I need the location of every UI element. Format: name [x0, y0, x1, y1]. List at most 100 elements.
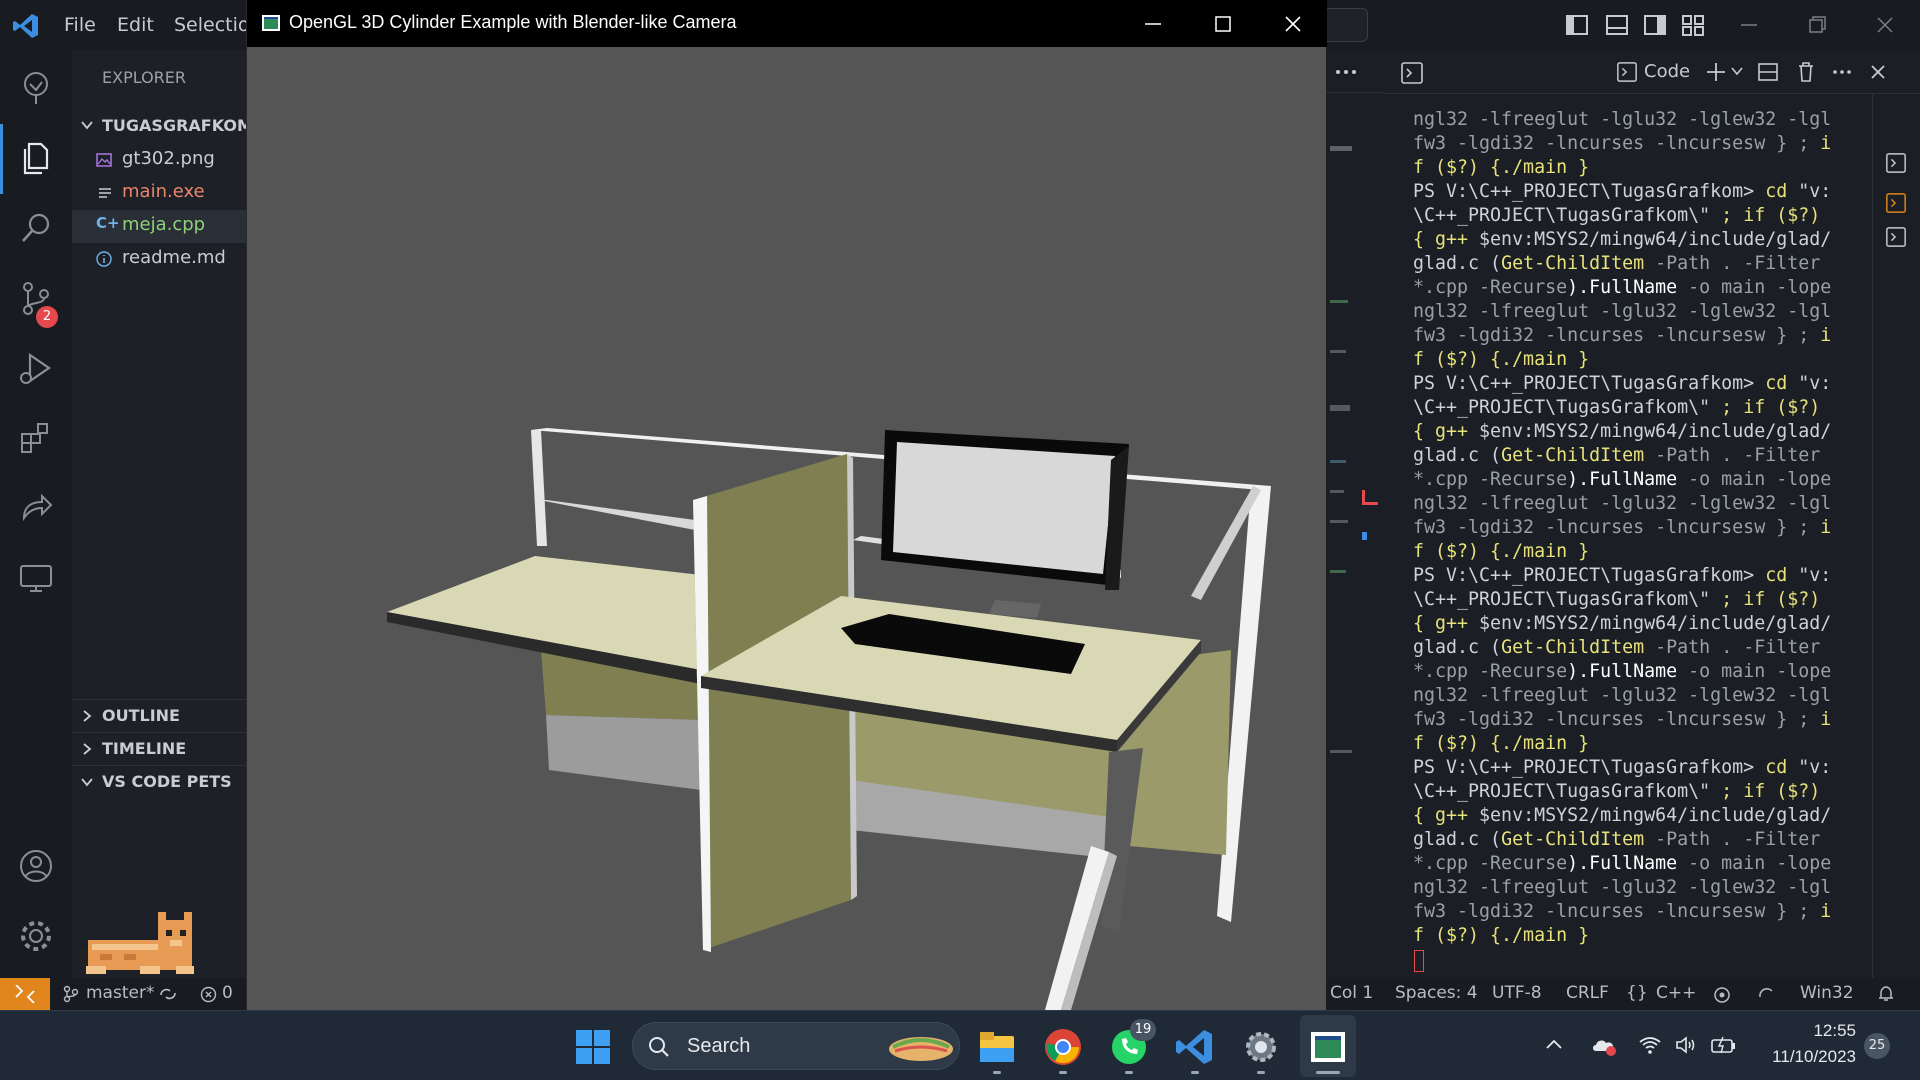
split-terminal-icon[interactable]: [1756, 60, 1780, 84]
menu-file[interactable]: File: [64, 14, 96, 36]
windows-start-icon[interactable]: [572, 1026, 614, 1068]
volume-icon[interactable]: [1674, 1033, 1698, 1057]
remote-tree-icon[interactable]: [16, 68, 56, 108]
platform[interactable]: Win32: [1800, 983, 1854, 1003]
menu-edit[interactable]: Edit: [117, 14, 154, 36]
toggle-secondary-sidebar-icon[interactable]: [1642, 12, 1668, 38]
search-icon[interactable]: [16, 208, 56, 248]
editor-minimap[interactable]: [1326, 50, 1384, 978]
terminal-profile-icon[interactable]: [1616, 61, 1638, 83]
gl-maximize-icon[interactable]: [1212, 13, 1234, 35]
wifi-icon[interactable]: [1638, 1033, 1662, 1057]
settings-gear-icon[interactable]: [1240, 1026, 1282, 1068]
cpp-file-icon: C+: [96, 214, 120, 232]
opengl-viewport[interactable]: [247, 47, 1327, 1010]
terminal-line: f ($?) {./main }: [1413, 157, 1590, 178]
vscode-restore-icon[interactable]: [1804, 12, 1830, 38]
chrome-icon[interactable]: [1042, 1026, 1084, 1068]
running-indicator: [1257, 1071, 1265, 1074]
vscode-minimize-icon[interactable]: [1736, 12, 1762, 38]
taskbar-search[interactable]: Search: [632, 1022, 960, 1070]
remote-explorer-icon[interactable]: [16, 558, 56, 598]
binary-file-icon: [99, 188, 111, 198]
menu-selection[interactable]: Selectio: [174, 14, 250, 36]
pet-cat-icon[interactable]: [80, 910, 220, 976]
minimap-line: [1330, 490, 1344, 493]
back-frame-mid-rail: [539, 500, 695, 530]
folder-tugasgrafkom[interactable]: TUGASGRAFKOM: [72, 112, 247, 145]
remote-indicator[interactable]: [0, 978, 50, 1010]
feedback-icon[interactable]: [1712, 985, 1732, 1005]
terminal-line: PS V:\C++_PROJECT\TugasGrafkom> cd "v:: [1413, 181, 1832, 202]
battery-charging-icon[interactable]: [1710, 1033, 1736, 1057]
command-center[interactable]: [1326, 8, 1368, 42]
bell-icon[interactable]: [1876, 984, 1896, 1004]
terminal-output[interactable]: ngl32 -lfreeglut -lglu32 -lglew32 -lgl fw…: [1413, 108, 1843, 948]
vscode-logo-icon: [13, 14, 38, 38]
terminal-tab-active-icon[interactable]: [1885, 192, 1907, 214]
sync-icon[interactable]: [158, 985, 178, 1003]
file-gt302-png[interactable]: gt302.png: [72, 144, 247, 177]
indentation[interactable]: Spaces: 4: [1395, 983, 1478, 1003]
file-label: gt302.png: [122, 148, 215, 169]
terminal-profile-label[interactable]: Code: [1644, 61, 1690, 82]
gl-close-icon[interactable]: [1282, 13, 1304, 35]
line-ending[interactable]: CRLF: [1566, 983, 1609, 1003]
onedrive-icon[interactable]: [1590, 1033, 1618, 1057]
clock-time[interactable]: 12:55: [1786, 1021, 1856, 1041]
cubicle-desk-scene: [387, 428, 1271, 1010]
error-icon: [200, 986, 217, 1003]
vscode-taskbar-icon[interactable]: [1174, 1026, 1216, 1068]
terminal-line: f ($?) {./main }: [1413, 733, 1590, 754]
section-timeline[interactable]: TIMELINE: [72, 732, 247, 765]
terminal-tab-icon[interactable]: [1885, 226, 1907, 248]
chevron-down-icon[interactable]: [1730, 64, 1744, 78]
file-label: meja.cpp: [122, 214, 206, 235]
terminal-line: \C++_PROJECT\TugasGrafkom\" ; if ($?): [1413, 205, 1821, 226]
terminal-line: ngl32 -lfreeglut -lglu32 -lglew32 -lgl: [1413, 109, 1832, 130]
error-count[interactable]: 0: [222, 983, 233, 1003]
opengl-window[interactable]: OpenGL 3D Cylinder Example with Blender-…: [246, 0, 1327, 1010]
file-main-exe[interactable]: main.exe: [72, 177, 247, 210]
chevron-up-icon[interactable]: [1544, 1035, 1564, 1055]
cursor-position[interactable]: Col 1: [1330, 983, 1373, 1003]
terminal-line: f ($?) {./main }: [1413, 925, 1590, 946]
vscode-close-icon[interactable]: [1872, 12, 1898, 38]
file-readme-md[interactable]: readme.md: [72, 243, 247, 276]
notification-count[interactable]: 25: [1864, 1033, 1890, 1059]
toggle-primary-sidebar-icon[interactable]: [1564, 12, 1590, 38]
run-debug-icon[interactable]: [16, 348, 56, 388]
file-explorer-icon[interactable]: [976, 1026, 1018, 1068]
terminal-line: \C++_PROJECT\TugasGrafkom\" ; if ($?): [1413, 589, 1821, 610]
opengl-app-taskbar-icon[interactable]: [1307, 1026, 1349, 1068]
language-mode[interactable]: C++: [1656, 983, 1696, 1003]
new-terminal-plus-icon[interactable]: [1704, 60, 1728, 84]
encoding[interactable]: UTF-8: [1492, 983, 1542, 1003]
terminal-tab-icon[interactable]: [1885, 152, 1907, 174]
gl-minimize-icon[interactable]: [1142, 13, 1164, 35]
info-icon: [96, 251, 112, 267]
terminal-line: fw3 -lgdi32 -lncurses -lncursesw } ; i: [1413, 517, 1832, 538]
extensions-icon[interactable]: [16, 418, 56, 458]
clock-date[interactable]: 11/10/2023: [1756, 1047, 1856, 1067]
terminal-icon[interactable]: [1400, 61, 1424, 85]
live-share-icon[interactable]: [16, 488, 56, 528]
trash-icon[interactable]: [1794, 60, 1818, 84]
search-highlight-sandwich-icon: [889, 1037, 953, 1061]
git-branch-label[interactable]: master*: [86, 983, 154, 1003]
toggle-panel-icon[interactable]: [1604, 12, 1630, 38]
settings-gear-icon[interactable]: [16, 916, 56, 956]
more-actions-icon[interactable]: [1830, 60, 1854, 84]
more-actions-icon[interactable]: [1332, 62, 1360, 82]
section-outline[interactable]: OUTLINE: [72, 699, 247, 732]
close-panel-icon[interactable]: [1866, 60, 1890, 84]
explorer-files-icon[interactable]: [16, 138, 56, 178]
accounts-icon[interactable]: [16, 846, 56, 886]
gl-titlebar[interactable]: OpenGL 3D Cylinder Example with Blender-…: [247, 0, 1327, 47]
file-label: main.exe: [122, 181, 205, 202]
customize-layout-icon[interactable]: [1680, 12, 1706, 38]
section-vscode-pets[interactable]: VS CODE PETS: [72, 765, 247, 798]
active-indicator: [0, 124, 3, 194]
file-meja-cpp[interactable]: C+ meja.cpp: [72, 210, 247, 243]
section-label: VS CODE PETS: [102, 772, 232, 791]
